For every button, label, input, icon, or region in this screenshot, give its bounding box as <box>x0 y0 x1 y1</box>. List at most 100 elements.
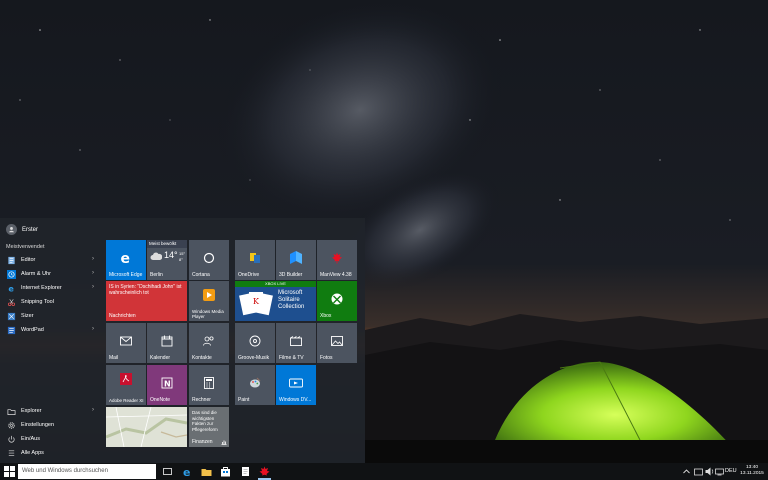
maple-leaf-icon <box>332 252 342 264</box>
svg-text:N: N <box>164 380 171 389</box>
app-alarm[interactable]: Alarm & Uhr › <box>6 267 94 281</box>
tile-weather[interactable]: Meist bewölkt 14° 15° 8° Berlin <box>147 240 187 280</box>
tile-calendar[interactable]: Kalender <box>147 323 187 363</box>
svg-text:e: e <box>121 251 131 265</box>
user-account[interactable]: Erster <box>6 224 38 235</box>
chevron-right-icon[interactable]: › <box>92 284 94 290</box>
start-explorer[interactable]: Explorer › <box>6 404 94 418</box>
document-icon[interactable] <box>240 466 251 477</box>
adobe-reader-icon <box>120 373 132 385</box>
tile-label: Kontakte <box>192 355 212 361</box>
language-indicator[interactable]: DEU <box>725 468 737 474</box>
film-icon <box>290 336 302 346</box>
app-snipping-tool[interactable]: Snipping Tool <box>6 295 94 309</box>
windows-start-icon[interactable] <box>4 466 15 477</box>
clock-date: 13.11.2015 <box>740 471 764 476</box>
tile-paint[interactable]: Paint <box>235 365 275 405</box>
app-internet-explorer[interactable]: e Internet Explorer › <box>6 281 94 295</box>
task-view-icon[interactable] <box>162 466 173 477</box>
app-label: Internet Explorer <box>21 285 62 291</box>
tile-calculator[interactable]: Rechner <box>189 365 229 405</box>
tile-news[interactable]: IS in Syrien: "Dschihadi John" ist wahrs… <box>106 281 187 321</box>
tile-label: Groove-Musik <box>238 355 270 361</box>
start-menu-left-column: Erster Meistverwendet Editor › Alarm & U… <box>0 218 100 463</box>
tile-windows-media-player[interactable]: Windows Media Player <box>189 281 229 321</box>
map-thumbnail <box>106 407 187 447</box>
chart-icon <box>221 440 227 445</box>
tile-mail[interactable]: Mail <box>106 323 146 363</box>
edge-icon: e <box>121 251 131 265</box>
tile-groove-music[interactable]: Groove-Musik <box>235 323 275 363</box>
tile-microsoft-edge[interactable]: e Microsoft Edge <box>106 240 146 280</box>
taskbar: Web und Windows durchsuchen e DEU 13:40 … <box>0 463 768 480</box>
chevron-right-icon[interactable]: › <box>92 407 94 413</box>
cloud-icon <box>150 252 162 260</box>
svg-text:e: e <box>183 466 190 477</box>
tile-films-tv[interactable]: Filme & TV <box>276 323 316 363</box>
photo-icon <box>331 336 343 346</box>
svg-text:e: e <box>8 284 14 293</box>
user-avatar-icon <box>6 224 17 235</box>
file-explorer-icon[interactable] <box>201 466 212 477</box>
tile-label: Microsoft Solitaire Collection <box>278 290 305 310</box>
chevron-right-icon[interactable]: › <box>92 256 94 262</box>
app-editor[interactable]: Editor › <box>6 253 94 267</box>
tile-xbox[interactable]: Xbox <box>317 281 357 321</box>
finance-headline: Das sind die wichtigsten Fakten zur Pfle… <box>192 410 218 432</box>
xbox-live-banner: XBOX LIVE <box>235 281 316 287</box>
mail-icon <box>120 336 132 346</box>
weather-low: 8° <box>179 257 183 262</box>
all-apps-icon <box>6 448 16 458</box>
tile-onenote[interactable]: N OneNote <box>147 365 187 405</box>
tile-label: Adobe Reader XI <box>109 398 144 403</box>
tile-label: Berlin <box>150 272 163 278</box>
tile-finance[interactable]: Das sind die wichtigsten Fakten zur Pfle… <box>189 407 229 447</box>
start-bottom-label: Ein/Aus <box>21 436 40 442</box>
notification-icon[interactable] <box>693 466 704 477</box>
weather-high: 15° <box>179 251 186 256</box>
chevron-right-icon[interactable]: › <box>92 326 94 332</box>
edge-taskbar-icon[interactable]: e <box>182 466 193 477</box>
tile-windows-dvd[interactable]: Windows DV... <box>276 365 316 405</box>
tile-solitaire[interactable]: XBOX LIVE K Microsoft Solitaire Collecti… <box>235 281 316 321</box>
tile-map[interactable] <box>106 407 187 447</box>
tile-label: Fotos <box>320 355 333 361</box>
contacts-icon <box>203 336 214 346</box>
start-all-apps[interactable]: Alle Apps <box>6 446 94 460</box>
onedrive-icon <box>250 253 260 263</box>
chevron-up-icon[interactable] <box>681 466 692 477</box>
user-name: Erster <box>22 226 39 233</box>
maniview-taskbar-icon[interactable] <box>259 466 270 477</box>
chevron-right-icon[interactable]: › <box>92 270 94 276</box>
tile-maniview[interactable]: ManView 4.38 <box>317 240 357 280</box>
sizer-icon <box>6 311 16 321</box>
tile-3d-builder[interactable]: 3D Builder <box>276 240 316 280</box>
tile-photos[interactable]: Fotos <box>317 323 357 363</box>
calculator-icon <box>204 377 214 389</box>
clock[interactable]: 13:40 13.11.2015 <box>739 465 765 477</box>
internet-explorer-icon: e <box>6 283 16 293</box>
app-sizer[interactable]: Sizer <box>6 309 94 323</box>
tile-label: Xbox <box>320 313 332 319</box>
search-input[interactable]: Web und Windows durchsuchen <box>18 464 156 479</box>
tile-label: Filme & TV <box>279 355 304 361</box>
onenote-icon: N <box>161 377 173 389</box>
tile-contacts[interactable]: Kontakte <box>189 323 229 363</box>
tile-cortana[interactable]: Cortana <box>189 240 229 280</box>
store-icon[interactable] <box>220 466 231 477</box>
start-bottom-label: Alle Apps <box>21 450 44 456</box>
paint-palette-icon <box>250 377 261 388</box>
tile-label: Paint <box>238 397 250 403</box>
calendar-icon <box>161 335 173 347</box>
network-icon[interactable] <box>714 466 725 477</box>
app-label: WordPad <box>21 327 44 333</box>
tile-adobe-reader[interactable]: Adobe Reader XI <box>106 365 146 405</box>
start-power[interactable]: Ein/Aus <box>6 432 94 446</box>
tile-label: OneNote <box>150 397 171 403</box>
start-bottom-label: Explorer <box>21 408 42 414</box>
app-label: Sizer <box>21 313 34 319</box>
tile-onedrive[interactable]: OneDrive <box>235 240 275 280</box>
start-settings[interactable]: Einstellungen <box>6 418 94 432</box>
app-wordpad[interactable]: WordPad › <box>6 323 94 337</box>
tile-label: OneDrive <box>238 272 260 278</box>
